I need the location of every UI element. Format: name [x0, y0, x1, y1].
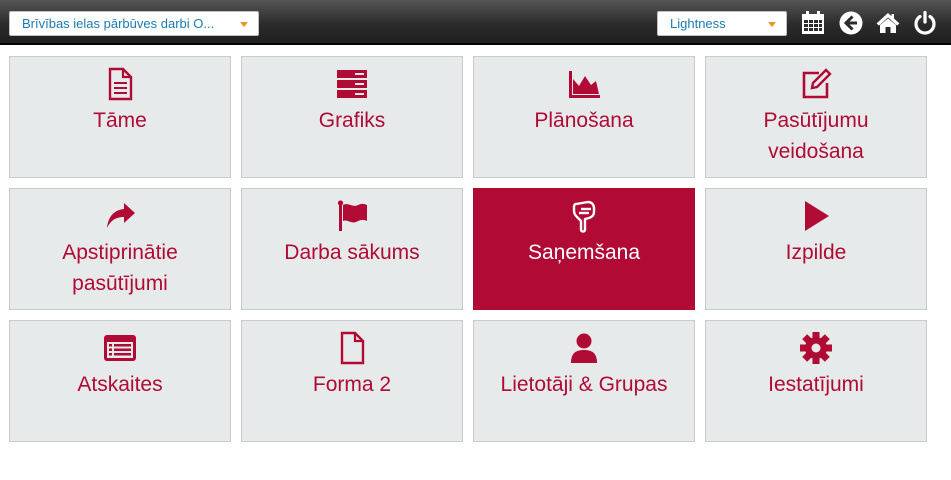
document-icon: [108, 67, 133, 101]
tile-grafiks[interactable]: Grafiks: [241, 56, 463, 178]
play-icon: [805, 201, 829, 231]
tile-atskaites[interactable]: Atskaites: [9, 320, 231, 442]
tile-forma-2[interactable]: Forma 2: [241, 320, 463, 442]
chevron-down-icon: [240, 22, 248, 27]
back-arrow-icon: [839, 11, 863, 35]
tile-label: Darba sākums: [284, 241, 420, 264]
server-stack-icon: [337, 70, 367, 98]
tile-izpilde[interactable]: Izpilde: [705, 188, 927, 310]
tile-pasutijumu-veidosana[interactable]: Pasūtījumu veidošana: [705, 56, 927, 178]
edit-icon: [802, 68, 832, 99]
blank-file-icon: [340, 331, 365, 365]
project-select[interactable]: Brīvības ielas pārbūves darbi O...: [9, 11, 259, 36]
top-bar: Brīvības ielas pārbūves darbi O... Light…: [0, 0, 951, 45]
theme-select-value: Lightness: [670, 16, 726, 31]
tile-label: Grafiks: [318, 109, 386, 132]
chevron-down-icon: [768, 22, 776, 27]
tile-tame[interactable]: Tāme: [9, 56, 231, 178]
tile-label: Forma 2: [312, 373, 392, 396]
tile-label: Atskaites: [77, 373, 163, 396]
tile-label: Lietotāji & Grupas: [500, 373, 668, 396]
tile-label: Plānošana: [534, 109, 634, 132]
theme-select[interactable]: Lightness: [657, 11, 787, 36]
tile-label: Apstiprinātie pasūtījumi: [62, 241, 178, 295]
tile-label: Iestatījumi: [768, 373, 864, 396]
home-icon: [876, 13, 900, 33]
area-chart-icon: [569, 71, 600, 98]
power-icon: [914, 10, 936, 35]
tile-lietotaji-grupas[interactable]: Lietotāji & Grupas: [473, 320, 695, 442]
gear-icon: [800, 332, 832, 364]
calendar-icon: [802, 11, 824, 34]
list-window-icon: [104, 335, 136, 361]
tile-planosana[interactable]: Plānošana: [473, 56, 695, 178]
tile-sanemsana[interactable]: Saņemšana: [473, 188, 695, 310]
hand-pointer-icon: [572, 200, 596, 233]
tile-label: Pasūtījumu veidošana: [763, 109, 869, 163]
tile-iestatijumi[interactable]: Iestatījumi: [705, 320, 927, 442]
project-select-value: Brīvības ielas pārbūves darbi O...: [22, 16, 215, 31]
tile-apstiprinatie-pasutijumi[interactable]: Apstiprinātie pasūtījumi: [9, 188, 231, 310]
tile-label: Tāme: [93, 109, 147, 132]
tile-label: Izpilde: [785, 241, 847, 264]
home-button[interactable]: [875, 10, 901, 36]
flag-icon: [337, 200, 367, 231]
share-arrow-icon: [107, 203, 135, 228]
calendar-button[interactable]: [800, 10, 826, 36]
user-icon: [571, 333, 597, 363]
back-button[interactable]: [838, 10, 864, 36]
tile-label: Saņemšana: [527, 241, 641, 264]
power-button[interactable]: [912, 10, 938, 36]
tile-darba-sakums[interactable]: Darba sākums: [241, 188, 463, 310]
